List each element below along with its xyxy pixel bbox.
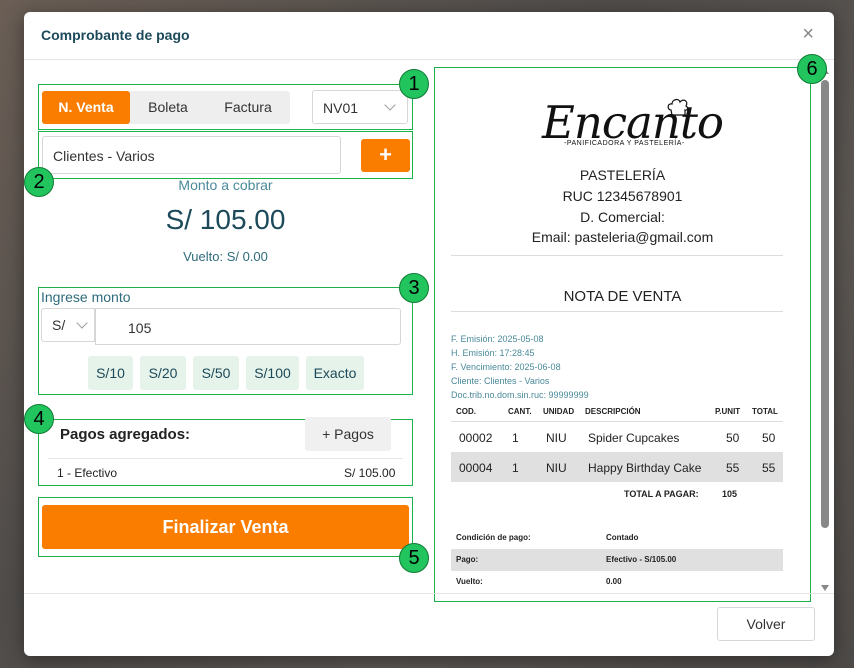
amount-input-label: Ingrese monto: [41, 289, 131, 305]
commercial-text: D. Comercial:: [580, 209, 665, 225]
meta-emission-time: H. Emisión: 17:28:45: [451, 348, 535, 358]
cell-punit: 55: [726, 461, 740, 475]
modal-title: Comprobante de pago: [41, 27, 190, 43]
tab-nota-venta[interactable]: N. Venta: [42, 91, 130, 124]
currency-value: S/: [52, 317, 66, 333]
annotation-badge-1: 1: [399, 69, 429, 99]
receipt-divider: [451, 255, 783, 256]
total-label: TOTAL A PAGAR:: [624, 489, 699, 499]
payment-info-row: Condición de pago: Contado: [451, 527, 783, 549]
payment-info-value: 0.00: [606, 577, 622, 586]
cell-cod: 00004: [459, 461, 493, 475]
payment-receipt-modal: Comprobante de pago × N. Venta Boleta Fa…: [24, 12, 834, 656]
email-text: Email: pasteleria@gmail.com: [531, 229, 714, 245]
payments-title: Pagos agregados:: [60, 426, 191, 443]
quick-amount-100[interactable]: S/100: [246, 356, 299, 390]
modal-footer-divider: [24, 593, 834, 594]
meta-due-date: F. Vencimiento: 2025-06-08: [451, 362, 561, 372]
receipt-scrollbar[interactable]: [819, 68, 831, 591]
serie-select[interactable]: NV01: [312, 90, 408, 124]
payments-divider: [48, 458, 403, 459]
client-field[interactable]: Clientes - Varios: [42, 136, 341, 174]
payment-info-value: Contado: [606, 533, 639, 542]
add-payment-button[interactable]: + Pagos: [305, 417, 391, 451]
payment-info-value: Efectivo - S/105.00: [606, 555, 677, 564]
annotation-badge-2: 2: [24, 167, 54, 197]
chevron-down-icon: [76, 317, 88, 329]
tab-factura[interactable]: Factura: [206, 91, 290, 124]
col-header-unidad: UNIDAD: [543, 407, 575, 416]
brand-subtitle: -PANIFICADORA Y PASTELERÍA-: [564, 140, 685, 147]
cell-descripcion: Spider Cupcakes: [588, 431, 680, 445]
tab-boleta[interactable]: Boleta: [130, 91, 206, 124]
document-type-tabs: N. Venta Boleta Factura: [42, 91, 290, 124]
cell-total: 50: [762, 431, 776, 445]
amount-value: 105: [128, 320, 152, 336]
serie-value: NV01: [323, 100, 359, 116]
modal-header: Comprobante de pago ×: [24, 12, 834, 60]
receipt-preview[interactable]: Encanto -PANIFICADORA Y PASTELERÍA- PAST…: [434, 68, 811, 601]
cell-unidad: NIU: [546, 461, 567, 475]
cell-cod: 00002: [459, 431, 493, 445]
close-icon[interactable]: ×: [802, 24, 814, 44]
scroll-thumb[interactable]: [821, 80, 829, 528]
cell-cant: 1: [512, 431, 519, 445]
add-client-button[interactable]: +: [361, 139, 410, 172]
meta-emission-date: F. Emisión: 2025-05-08: [451, 334, 544, 344]
meta-doc-trib: Doc.trib.no.dom.sin.ruc: 99999999: [451, 390, 589, 400]
payment-info-row: Pago: Efectivo - S/105.00: [451, 549, 783, 571]
annotation-badge-6: 6: [797, 54, 827, 84]
cell-punit: 50: [726, 431, 740, 445]
cell-unidad: NIU: [546, 431, 567, 445]
chevron-down-icon: [384, 99, 396, 111]
annotation-badge-4: 4: [24, 404, 54, 434]
back-button[interactable]: Volver: [717, 607, 815, 641]
col-header-punit: P.UNIT: [715, 407, 741, 416]
payment-method: 1 - Efectivo: [57, 466, 118, 480]
quick-amount-20[interactable]: S/20: [140, 356, 186, 390]
amount-input[interactable]: 105: [95, 308, 401, 345]
finalize-sale-button[interactable]: Finalizar Venta: [42, 505, 409, 549]
total-value: 105: [722, 489, 738, 499]
cell-total: 55: [762, 461, 776, 475]
col-header-cod: COD.: [456, 407, 476, 416]
annotation-badge-3: 3: [399, 273, 429, 303]
amount-due-label: Monto a cobrar: [178, 177, 273, 193]
meta-client: Cliente: Clientes - Varios: [451, 376, 550, 386]
col-header-total: TOTAL: [752, 407, 778, 416]
amount-due-value: S/ 105.00: [165, 204, 286, 235]
receipt-divider: [451, 311, 783, 312]
table-row: 00002 1 NIU Spider Cupcakes 50 50: [451, 422, 783, 452]
payment-amount: S/ 105.00: [344, 466, 396, 480]
ruc-text: RUC 12345678901: [562, 188, 683, 204]
business-type: PASTELERÍA: [579, 167, 666, 183]
col-header-cant: CANT.: [508, 407, 532, 416]
payment-info-label: Condición de pago:: [456, 533, 531, 542]
quick-amount-exact[interactable]: Exacto: [306, 356, 364, 390]
payment-info-row: Vuelto: 0.00: [451, 571, 783, 593]
cell-descripcion: Happy Birthday Cake: [588, 461, 702, 475]
currency-select[interactable]: S/: [41, 308, 95, 342]
table-row: 00004 1 NIU Happy Birthday Cake 55 55: [451, 452, 783, 482]
change-text: Vuelto: S/ 0.00: [183, 249, 268, 264]
col-header-descripcion: DESCRIPCIÓN: [585, 407, 641, 416]
scroll-down-icon[interactable]: [821, 585, 829, 591]
cell-cant: 1: [512, 461, 519, 475]
quick-amount-50[interactable]: S/50: [193, 356, 239, 390]
client-value: Clientes - Varios: [53, 148, 155, 164]
annotation-badge-5: 5: [399, 543, 429, 573]
quick-amount-10[interactable]: S/10: [88, 356, 133, 390]
document-title: NOTA DE VENTA: [563, 288, 682, 305]
payment-info-label: Pago:: [456, 555, 479, 564]
payment-info-label: Vuelto:: [456, 577, 483, 586]
chef-hat-icon: [667, 98, 689, 116]
